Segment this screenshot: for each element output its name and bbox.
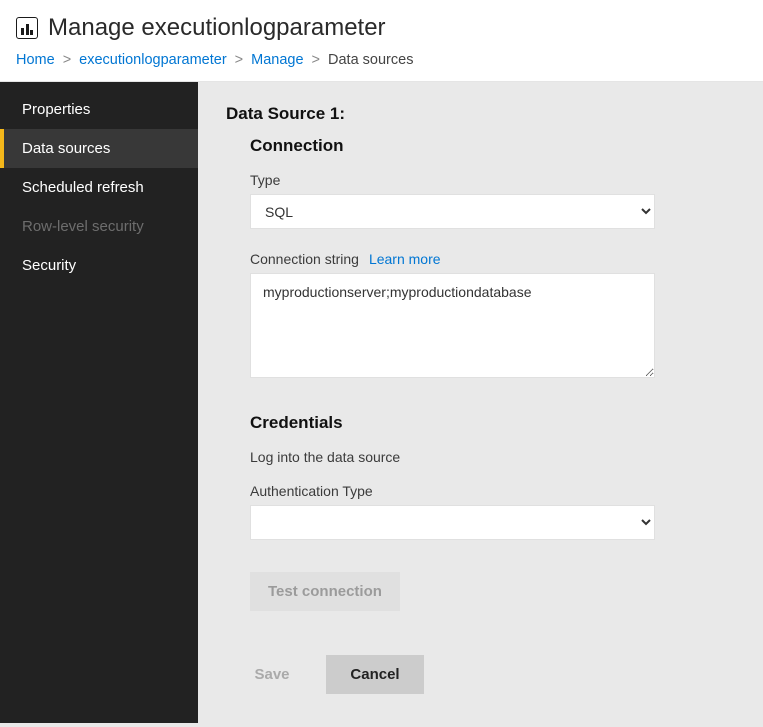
sidebar-item-scheduled-refresh[interactable]: Scheduled refresh — [0, 168, 198, 207]
chevron-right-icon: > — [312, 52, 320, 68]
sidebar-item-data-sources[interactable]: Data sources — [0, 129, 198, 168]
sidebar-item-security[interactable]: Security — [0, 246, 198, 285]
breadcrumb-home[interactable]: Home — [16, 52, 55, 68]
main-content: Data Source 1: Connection Type SQL Conne… — [198, 82, 763, 723]
authtype-label: Authentication Type — [250, 483, 735, 499]
breadcrumb-current: Data sources — [328, 52, 413, 68]
cancel-button[interactable]: Cancel — [326, 655, 424, 694]
authtype-select[interactable] — [250, 505, 655, 540]
credentials-title: Credentials — [250, 413, 735, 433]
credentials-subtext: Log into the data source — [250, 449, 735, 465]
bar-chart-icon — [16, 17, 38, 39]
connection-string-input[interactable] — [250, 273, 655, 378]
breadcrumb-report[interactable]: executionlogparameter — [79, 52, 227, 68]
type-label: Type — [250, 172, 735, 188]
page-header: Manage executionlogparameter Home > exec… — [0, 0, 763, 82]
credentials-section: Credentials Log into the data source Aut… — [250, 413, 735, 611]
sidebar-item-properties[interactable]: Properties — [0, 90, 198, 129]
body-layout: Properties Data sources Scheduled refres… — [0, 82, 763, 723]
connstr-label: Connection string — [250, 251, 359, 267]
connstr-label-row: Connection string Learn more — [250, 251, 735, 267]
action-bar: Save Cancel — [226, 655, 735, 694]
connection-title: Connection — [250, 136, 735, 156]
breadcrumb: Home > executionlogparameter > Manage > … — [16, 52, 747, 68]
header-title-row: Manage executionlogparameter — [16, 14, 747, 42]
page-title: Manage executionlogparameter — [48, 14, 386, 42]
sidebar-item-row-level-security: Row-level security — [0, 207, 198, 246]
connection-section: Connection Type SQL Connection string Le… — [250, 136, 735, 389]
save-button[interactable]: Save — [226, 655, 318, 694]
test-connection-button[interactable]: Test connection — [250, 572, 400, 611]
learn-more-link[interactable]: Learn more — [369, 251, 441, 267]
chevron-right-icon: > — [235, 52, 243, 68]
breadcrumb-manage[interactable]: Manage — [251, 52, 303, 68]
chevron-right-icon: > — [63, 52, 71, 68]
type-select[interactable]: SQL — [250, 194, 655, 229]
sidebar: Properties Data sources Scheduled refres… — [0, 82, 198, 723]
data-source-title: Data Source 1: — [226, 104, 735, 124]
